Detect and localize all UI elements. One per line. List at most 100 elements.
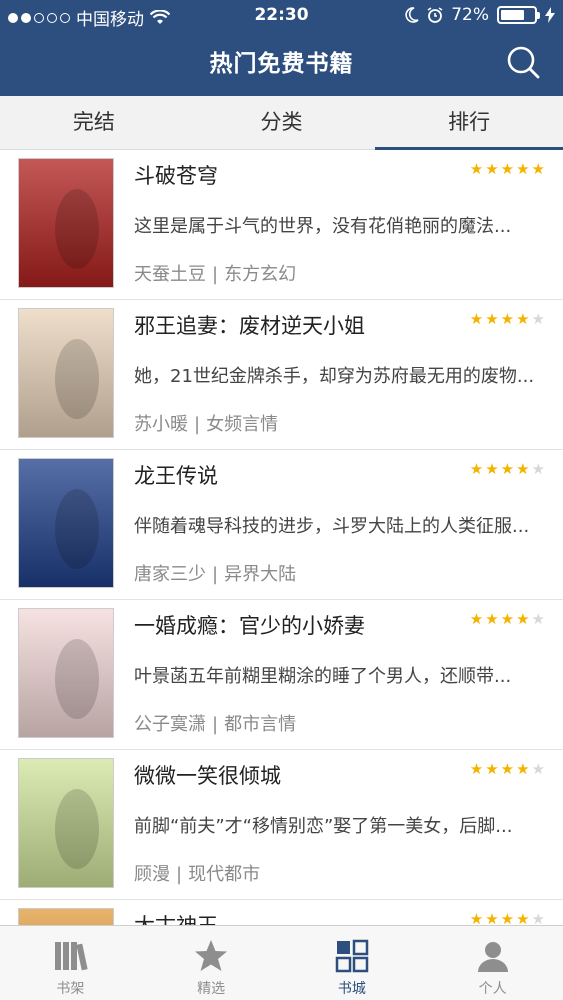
star-icon: ★: [516, 310, 530, 328]
tabbar-label: 精选: [197, 981, 226, 997]
book-meta: 苏小暖 | 女频言情: [134, 410, 278, 436]
book-row[interactable]: 太古神王★★★★★: [0, 900, 563, 925]
book-meta: 唐家三少 | 异界大陆: [134, 560, 296, 586]
star-icon: ★: [469, 610, 484, 628]
rating-stars: ★ ★ ★ ★ ★: [470, 612, 545, 627]
battery-icon: [497, 6, 540, 24]
rating-stars: ★ ★ ★ ★ ★: [470, 312, 545, 327]
status-bar: 中国移动 22:30 72%: [0, 0, 563, 32]
rating-stars: ★ ★ ★ ★ ★: [470, 462, 545, 477]
book-row[interactable]: 龙王传说 ★ ★ ★ ★ ★ 伴随着魂导科技的进步，斗罗大陆上的人类征服... 唐家三少 | 异界…: [0, 450, 563, 600]
book-description: 伴随着魂导科技的进步，斗罗大陆上的人类征服...: [134, 516, 530, 537]
star-icon: ★: [500, 610, 515, 628]
book-title: 邪王追妻：废材逆天小姐: [134, 314, 365, 338]
star-icon: ★: [500, 460, 515, 478]
book-row[interactable]: 一婚成瘾：官少的小娇妻 ★ ★ ★ ★ ★ 叶景菡五年前糊里糊涂的睡了个男人，还顺带... 公…: [0, 600, 563, 750]
book-description: 这里是属于斗气的世界，没有花俏艳丽的魔法...: [134, 216, 512, 237]
tab-completed[interactable]: 完结: [0, 96, 188, 149]
star-icon: ★: [500, 760, 515, 778]
charging-icon: [545, 7, 555, 23]
book-description: 前脚“前夫”才“移情别恋”娶了第一美女，后脚...: [134, 816, 513, 837]
book-title: 一婚成瘾：官少的小娇妻: [134, 614, 365, 638]
book-meta: 公子寞潇 | 都市言情: [134, 710, 296, 736]
rating-stars: ★ ★ ★ ★ ★: [469, 910, 545, 926]
star-icon: ★: [531, 610, 545, 628]
book-meta: 顾漫 | 现代都市: [134, 860, 260, 886]
nav-header: 中国移动 22:30 72% 热门免费书籍: [0, 0, 563, 96]
book-row[interactable]: 邪王追妻：废材逆天小姐 ★ ★ ★ ★ ★ 她，21世纪金牌杀手，却穿为苏府最无用的废物..…: [0, 300, 563, 450]
book-cover: [18, 758, 114, 888]
rating-stars: ★ ★ ★ ★ ★: [470, 162, 545, 177]
tab-ranking[interactable]: 排行: [375, 96, 563, 150]
tabbar-label: 个人: [478, 981, 507, 997]
meta-separator: |: [212, 714, 219, 735]
battery-percent: 72%: [451, 5, 489, 25]
person-icon: [477, 942, 508, 972]
book-cover: [18, 908, 114, 925]
star-icon: ★: [485, 910, 499, 926]
tab-categories[interactable]: 分类: [188, 96, 376, 149]
book-author: 天蚕土豆: [134, 264, 206, 285]
star-icon: ★: [469, 310, 484, 328]
star-icon: ★: [531, 460, 545, 478]
tabbar-label: 书城: [337, 981, 366, 997]
star-icon: ★: [485, 460, 499, 478]
star-icon: ★: [485, 610, 499, 628]
star-icon: ★: [500, 910, 515, 926]
book-author: 顾漫: [134, 864, 170, 885]
star-icon: [195, 940, 228, 971]
search-icon[interactable]: [505, 44, 541, 80]
tabbar-bookshelf[interactable]: 书架: [0, 926, 141, 1000]
book-cover: [18, 158, 114, 288]
book-title: 微微一笑很倾城: [134, 764, 281, 788]
star-icon: ★: [516, 610, 530, 628]
book-title: 斗破苍穹: [134, 164, 218, 188]
star-icon: ★: [531, 310, 545, 328]
star-icon: ★: [469, 160, 484, 178]
book-cover: [18, 458, 114, 588]
moon-icon: [405, 7, 419, 23]
book-row[interactable]: 微微一笑很倾城 ★ ★ ★ ★ ★ 前脚“前夫”才“移情别恋”娶了第一美女，后脚... 顾漫 |…: [0, 750, 563, 900]
book-description: 叶景菡五年前糊里糊涂的睡了个男人，还顺带...: [134, 666, 512, 687]
category-tabs: 完结 分类 排行: [0, 96, 563, 150]
tabbar-featured[interactable]: 精选: [141, 926, 282, 1000]
grid-icon: [335, 939, 369, 973]
book-row[interactable]: 斗破苍穹 ★ ★ ★ ★ ★ 这里是属于斗气的世界，没有花俏艳丽的魔法... 天蚕土豆 | 东方玄…: [0, 150, 563, 300]
book-author: 苏小暖: [134, 414, 188, 435]
book-category: 都市言情: [224, 714, 297, 735]
status-right: 72%: [405, 5, 555, 25]
star-icon: ★: [469, 460, 484, 478]
book-category: 异界大陆: [224, 564, 297, 585]
book-author: 公子寞潇: [134, 714, 206, 735]
meta-separator: |: [212, 564, 219, 585]
tabbar-profile[interactable]: 个人: [422, 926, 563, 1000]
book-title: 龙王传说: [134, 464, 218, 488]
book-title: 太古神王: [134, 910, 218, 925]
star-icon: ★: [531, 160, 545, 178]
star-icon: ★: [516, 910, 530, 926]
bottom-tab-bar: 书架 精选 书城 个人: [0, 925, 563, 1000]
star-icon: ★: [531, 910, 545, 926]
alarm-icon: [427, 7, 443, 23]
star-icon: ★: [469, 760, 484, 778]
star-icon: ★: [500, 160, 515, 178]
star-icon: ★: [516, 460, 530, 478]
meta-separator: |: [176, 864, 183, 885]
book-category: 现代都市: [188, 864, 261, 885]
star-icon: ★: [469, 910, 484, 926]
book-cover: [18, 308, 114, 438]
book-cover: [18, 608, 114, 738]
bookshelf-icon: [55, 942, 89, 971]
star-icon: ★: [485, 760, 499, 778]
book-description: 她，21世纪金牌杀手，却穿为苏府最无用的废物...: [134, 366, 535, 387]
book-meta: 天蚕土豆 | 东方玄幻: [134, 260, 296, 286]
book-list: 斗破苍穹 ★ ★ ★ ★ ★ 这里是属于斗气的世界，没有花俏艳丽的魔法... 天蚕土豆 | 东方玄…: [0, 150, 563, 925]
meta-separator: |: [212, 264, 219, 285]
star-icon: ★: [516, 760, 530, 778]
tabbar-label: 书架: [56, 981, 85, 997]
page-title: 热门免费书籍: [209, 51, 354, 77]
star-icon: ★: [500, 310, 515, 328]
book-author: 唐家三少: [134, 564, 206, 585]
star-icon: ★: [485, 310, 499, 328]
tabbar-bookstore[interactable]: 书城: [282, 926, 423, 1000]
